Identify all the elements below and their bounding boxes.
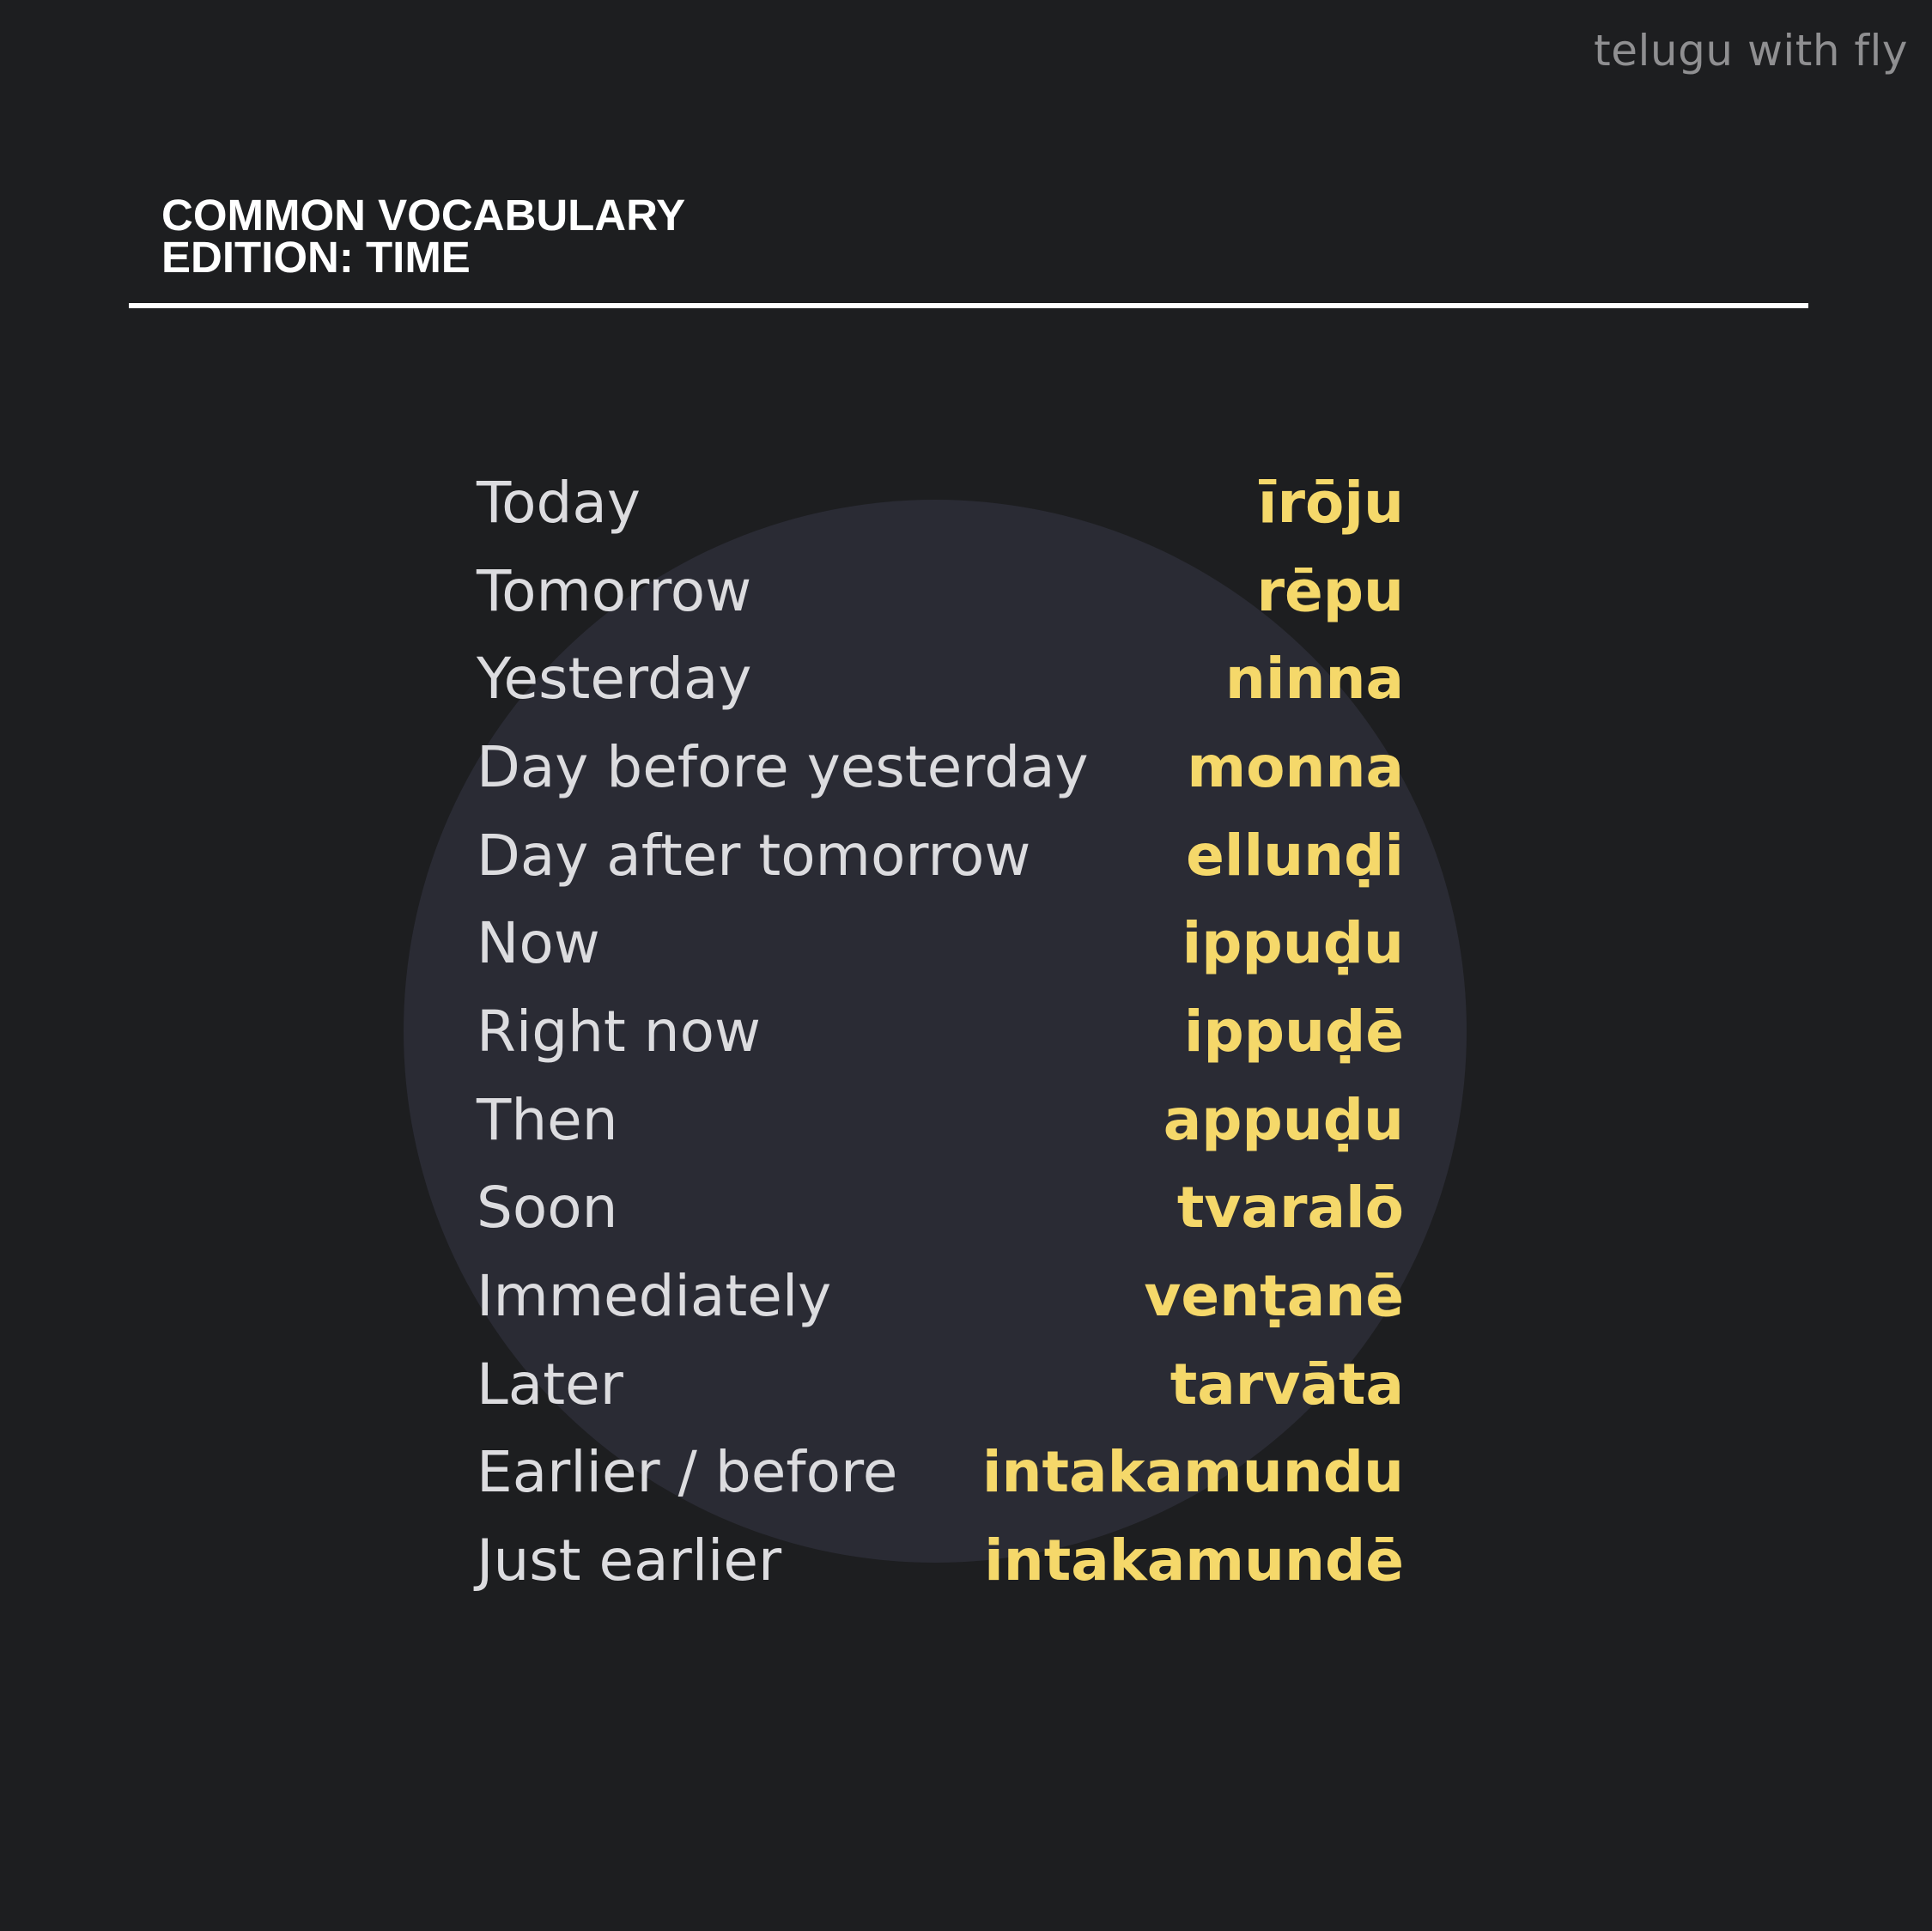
telugu-word: rēpu xyxy=(1256,557,1404,624)
telugu-word: īrōju xyxy=(1257,469,1404,536)
brand-watermark: telugu with fly xyxy=(1594,26,1908,76)
english-word: Yesterday xyxy=(477,646,752,713)
header-divider xyxy=(129,303,1808,308)
english-word: Today xyxy=(477,469,641,536)
telugu-word: ellunḍi xyxy=(1186,822,1404,889)
english-word: Then xyxy=(477,1086,618,1153)
english-word: Right now xyxy=(477,998,761,1065)
vocab-row: Day before yesterday monna xyxy=(477,723,1404,811)
vocab-row: Just earlier intakamundē xyxy=(477,1516,1404,1605)
vocab-row: Now ippuḍu xyxy=(477,899,1404,987)
telugu-word: ippuḍu xyxy=(1182,910,1404,977)
telugu-word: appuḍu xyxy=(1163,1086,1404,1153)
english-word: Day before yesterday xyxy=(477,733,1089,800)
english-word: Just earlier xyxy=(477,1527,782,1594)
vocab-row: Day after tomorrow ellunḍi xyxy=(477,811,1404,900)
page-title: COMMON VOCABULARY EDITION: TIME xyxy=(161,191,686,282)
vocab-row: Soon tvaralō xyxy=(477,1164,1404,1253)
telugu-word: intakamundē xyxy=(984,1527,1404,1594)
vocab-row: Earlier / before intakamundu xyxy=(477,1429,1404,1517)
english-word: Soon xyxy=(477,1175,618,1242)
english-word: Day after tomorrow xyxy=(477,822,1031,889)
vocab-row: Tomorrow rēpu xyxy=(477,547,1404,635)
telugu-word: ninna xyxy=(1224,646,1404,713)
english-word: Later xyxy=(477,1351,623,1418)
telugu-word: intakamundu xyxy=(981,1439,1404,1506)
vocab-row: Immediately venṭanē xyxy=(477,1252,1404,1340)
telugu-word: tvaralō xyxy=(1176,1175,1404,1242)
english-word: Immediately xyxy=(477,1263,832,1330)
vocab-row: Later tarvāta xyxy=(477,1340,1404,1429)
english-word: Now xyxy=(477,910,600,977)
telugu-word: ippuḍē xyxy=(1183,998,1404,1065)
vocab-row: Yesterday ninna xyxy=(477,635,1404,723)
english-word: Earlier / before xyxy=(477,1439,898,1506)
vocab-row: Today īrōju xyxy=(477,458,1404,547)
telugu-word: tarvāta xyxy=(1170,1351,1404,1418)
english-word: Tomorrow xyxy=(477,557,752,624)
title-line-1: COMMON VOCABULARY xyxy=(161,191,686,240)
title-line-2: EDITION: TIME xyxy=(161,233,471,282)
vocab-row: Then appuḍu xyxy=(477,1076,1404,1164)
telugu-word: monna xyxy=(1187,733,1404,800)
telugu-word: venṭanē xyxy=(1144,1263,1404,1330)
vocab-row: Right now ippuḍē xyxy=(477,987,1404,1076)
vocabulary-list: Today īrōju Tomorrow rēpu Yesterday ninn… xyxy=(477,458,1404,1605)
